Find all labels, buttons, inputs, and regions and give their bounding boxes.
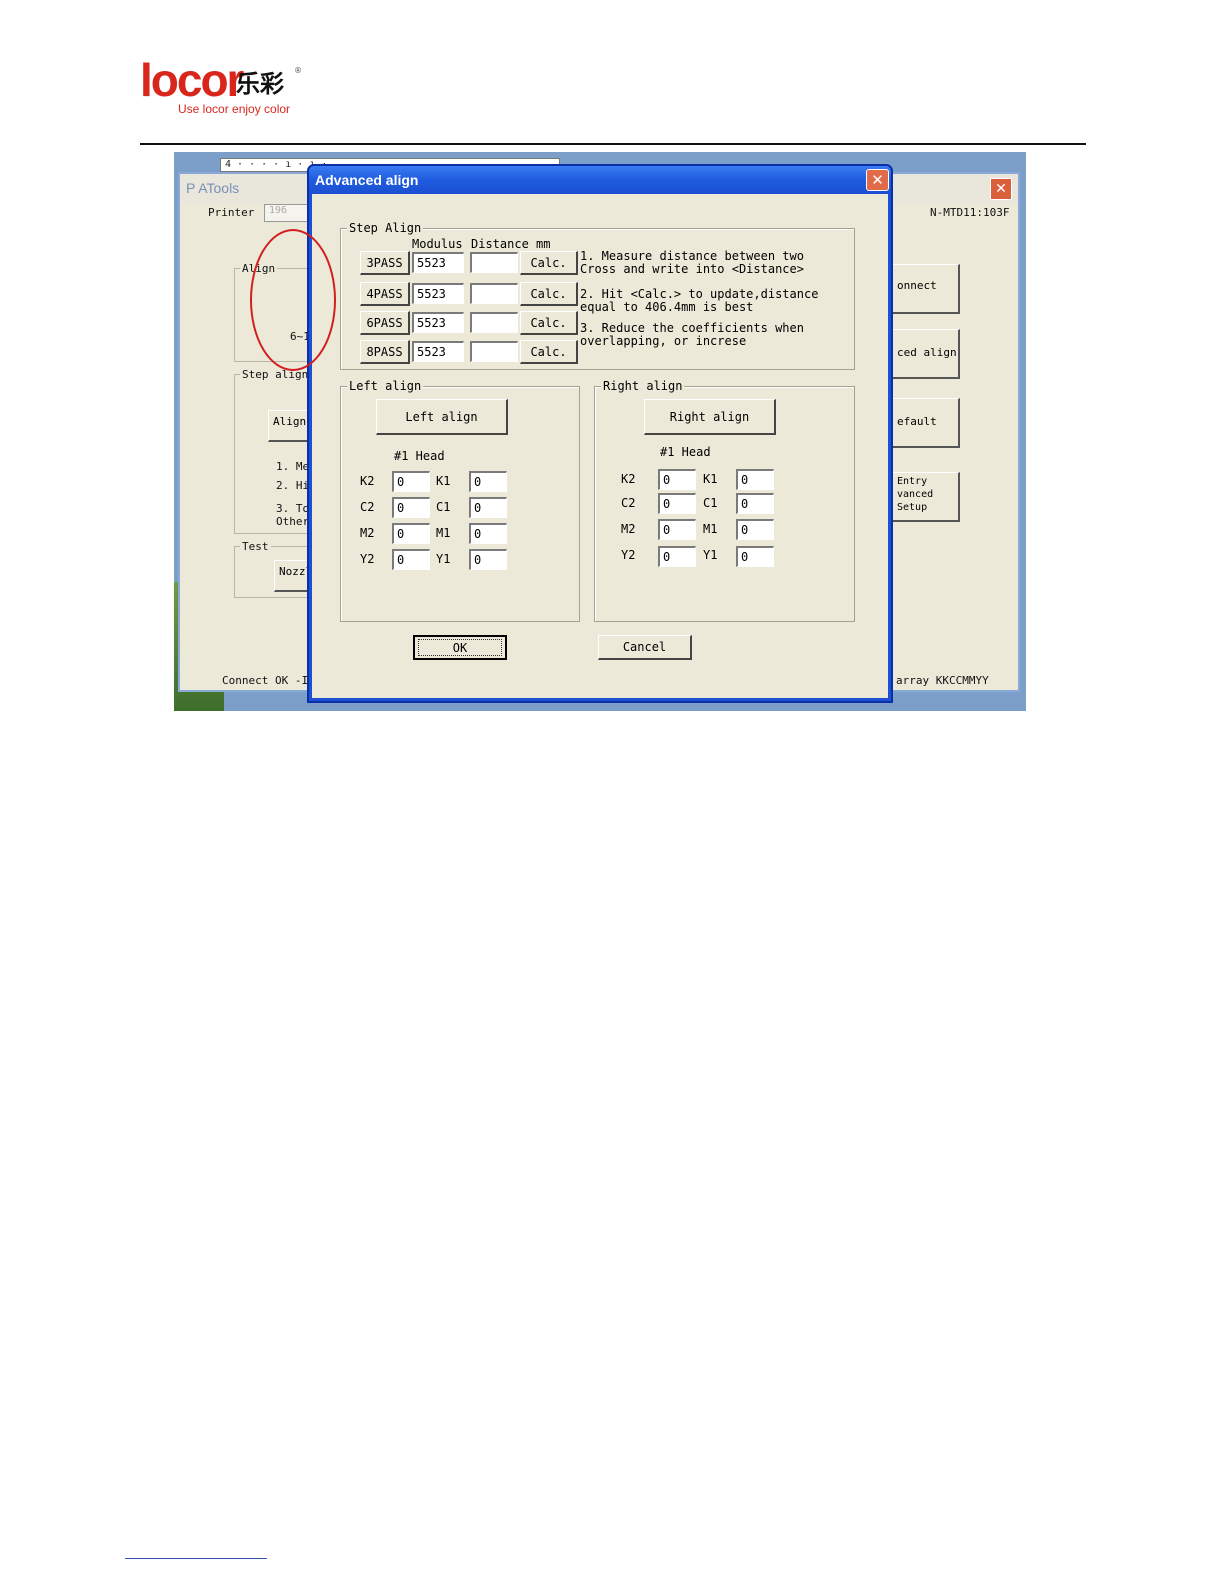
right-c1-label: C1 [703, 496, 718, 510]
calc-3pass-button[interactable]: Calc. [520, 251, 578, 275]
right-k2-input[interactable] [658, 469, 696, 490]
left-c1-input[interactable] [469, 497, 507, 518]
dialog-titlebar: Advanced align [309, 166, 891, 194]
modulus-8pass-input[interactable] [412, 341, 464, 362]
status-right: array KKCCMMYY [896, 674, 989, 687]
dialog-close-icon[interactable]: ✕ [866, 169, 889, 191]
logo-registered-mark: ® [294, 66, 302, 75]
left-y2-label: Y2 [360, 552, 375, 566]
pass-4-button[interactable]: 4PASS [360, 282, 410, 306]
right-y1-label: Y1 [703, 548, 718, 562]
right-c2-input[interactable] [658, 493, 696, 514]
right-y2-label: Y2 [621, 548, 636, 562]
left-y2-input[interactable] [392, 549, 430, 570]
entry-advanced-setup-button[interactable]: Entry vanced Setup [892, 472, 960, 522]
footer-divider [125, 1558, 267, 1559]
step-line-2: 2. Hi [276, 479, 310, 492]
instruction-2: 2. Hit <Calc.> to update,distance equal … [580, 287, 819, 314]
right-c2-label: C2 [621, 496, 636, 510]
step-line-1: 1. Me [276, 460, 310, 473]
right-m2-label: M2 [621, 522, 636, 536]
calc-4pass-button[interactable]: Calc. [520, 282, 578, 306]
left-align-button[interactable]: Left align [376, 399, 508, 435]
modulus-header: Modulus [412, 237, 463, 251]
locor-logo: locor 乐彩 ® Use locor enjoy color [140, 56, 330, 122]
default-button[interactable]: efault [892, 398, 960, 448]
pass-3-button[interactable]: 3PASS [360, 251, 410, 275]
pass-8-button[interactable]: 8PASS [360, 340, 410, 364]
right-m1-label: M1 [703, 522, 718, 536]
left-m2-label: M2 [360, 526, 375, 540]
calc-6pass-button[interactable]: Calc. [520, 311, 578, 335]
screenshot-region: 4 · · · · ı · ı · P ATools ✕ Printer 196… [174, 152, 1026, 711]
right-head-label: #1 Head [660, 445, 711, 459]
left-k1-input[interactable] [469, 471, 507, 492]
status-left: Connect OK -I [222, 674, 309, 687]
logo-chinese: 乐彩 [236, 70, 284, 98]
step-line-3: 3. To [276, 502, 310, 515]
model-text: N-MTD11:103F [930, 206, 1010, 219]
right-align-button[interactable]: Right align [644, 399, 776, 435]
step-align-label: Step Align [347, 221, 424, 235]
right-k1-label: K1 [703, 472, 718, 486]
advanced-align-dialog: Advanced align ✕ Step Align Modulus Dist… [307, 164, 893, 703]
calc-8pass-button[interactable]: Calc. [520, 340, 578, 364]
advanced-align-button[interactable]: ced align [892, 329, 960, 379]
ok-button[interactable]: OK [413, 635, 507, 660]
atools-close-icon[interactable]: ✕ [990, 178, 1012, 200]
left-k2-input[interactable] [392, 471, 430, 492]
right-y2-input[interactable] [658, 546, 696, 567]
left-m1-input[interactable] [469, 523, 507, 544]
instruction-3: 3. Reduce the coefficients when overlapp… [580, 321, 804, 348]
modulus-3pass-input[interactable] [412, 252, 464, 273]
header-divider [140, 143, 1086, 145]
distance-6pass-input[interactable] [470, 312, 518, 333]
right-k1-input[interactable] [736, 469, 774, 490]
left-k2-label: K2 [360, 474, 375, 488]
atools-title: P ATools [186, 180, 240, 196]
step-align-group-label: Step align [240, 368, 311, 381]
cancel-button[interactable]: Cancel [598, 635, 692, 660]
left-align-label: Left align [347, 379, 424, 393]
right-y1-input[interactable] [736, 546, 774, 567]
align-group [234, 268, 314, 362]
left-k1-label: K1 [436, 474, 451, 488]
pass-6-button[interactable]: 6PASS [360, 311, 410, 335]
distance-header: Distance mm [471, 237, 551, 251]
modulus-4pass-input[interactable] [412, 283, 464, 304]
logo-slogan: Use locor enjoy color [178, 102, 291, 116]
printer-label: Printer [208, 206, 255, 219]
dialog-body: Step Align Modulus Distance mm 3PASS Cal… [312, 194, 888, 698]
logo-wordmark: locor [140, 54, 244, 106]
printer-field[interactable]: 196 [264, 204, 310, 222]
test-group-label: Test [240, 540, 271, 553]
step-line-4: Other [276, 515, 310, 528]
dialog-title: Advanced align [315, 172, 419, 188]
right-m2-input[interactable] [658, 519, 696, 540]
left-c2-input[interactable] [392, 497, 430, 518]
distance-8pass-input[interactable] [470, 341, 518, 362]
distance-4pass-input[interactable] [470, 283, 518, 304]
align-group-label: Align [240, 262, 278, 275]
left-c2-label: C2 [360, 500, 375, 514]
right-align-label: Right align [601, 379, 685, 393]
left-y1-input[interactable] [469, 549, 507, 570]
left-m2-input[interactable] [392, 523, 430, 544]
left-c1-label: C1 [436, 500, 451, 514]
modulus-6pass-input[interactable] [412, 312, 464, 333]
left-head-label: #1 Head [394, 449, 445, 463]
right-c1-input[interactable] [736, 493, 774, 514]
left-m1-label: M1 [436, 526, 451, 540]
right-k2-label: K2 [621, 472, 636, 486]
right-m1-input[interactable] [736, 519, 774, 540]
connect-button[interactable]: onnect [892, 264, 960, 314]
instruction-1: 1. Measure distance between two Cross an… [580, 249, 804, 276]
distance-3pass-input[interactable] [470, 252, 518, 273]
left-y1-label: Y1 [436, 552, 451, 566]
